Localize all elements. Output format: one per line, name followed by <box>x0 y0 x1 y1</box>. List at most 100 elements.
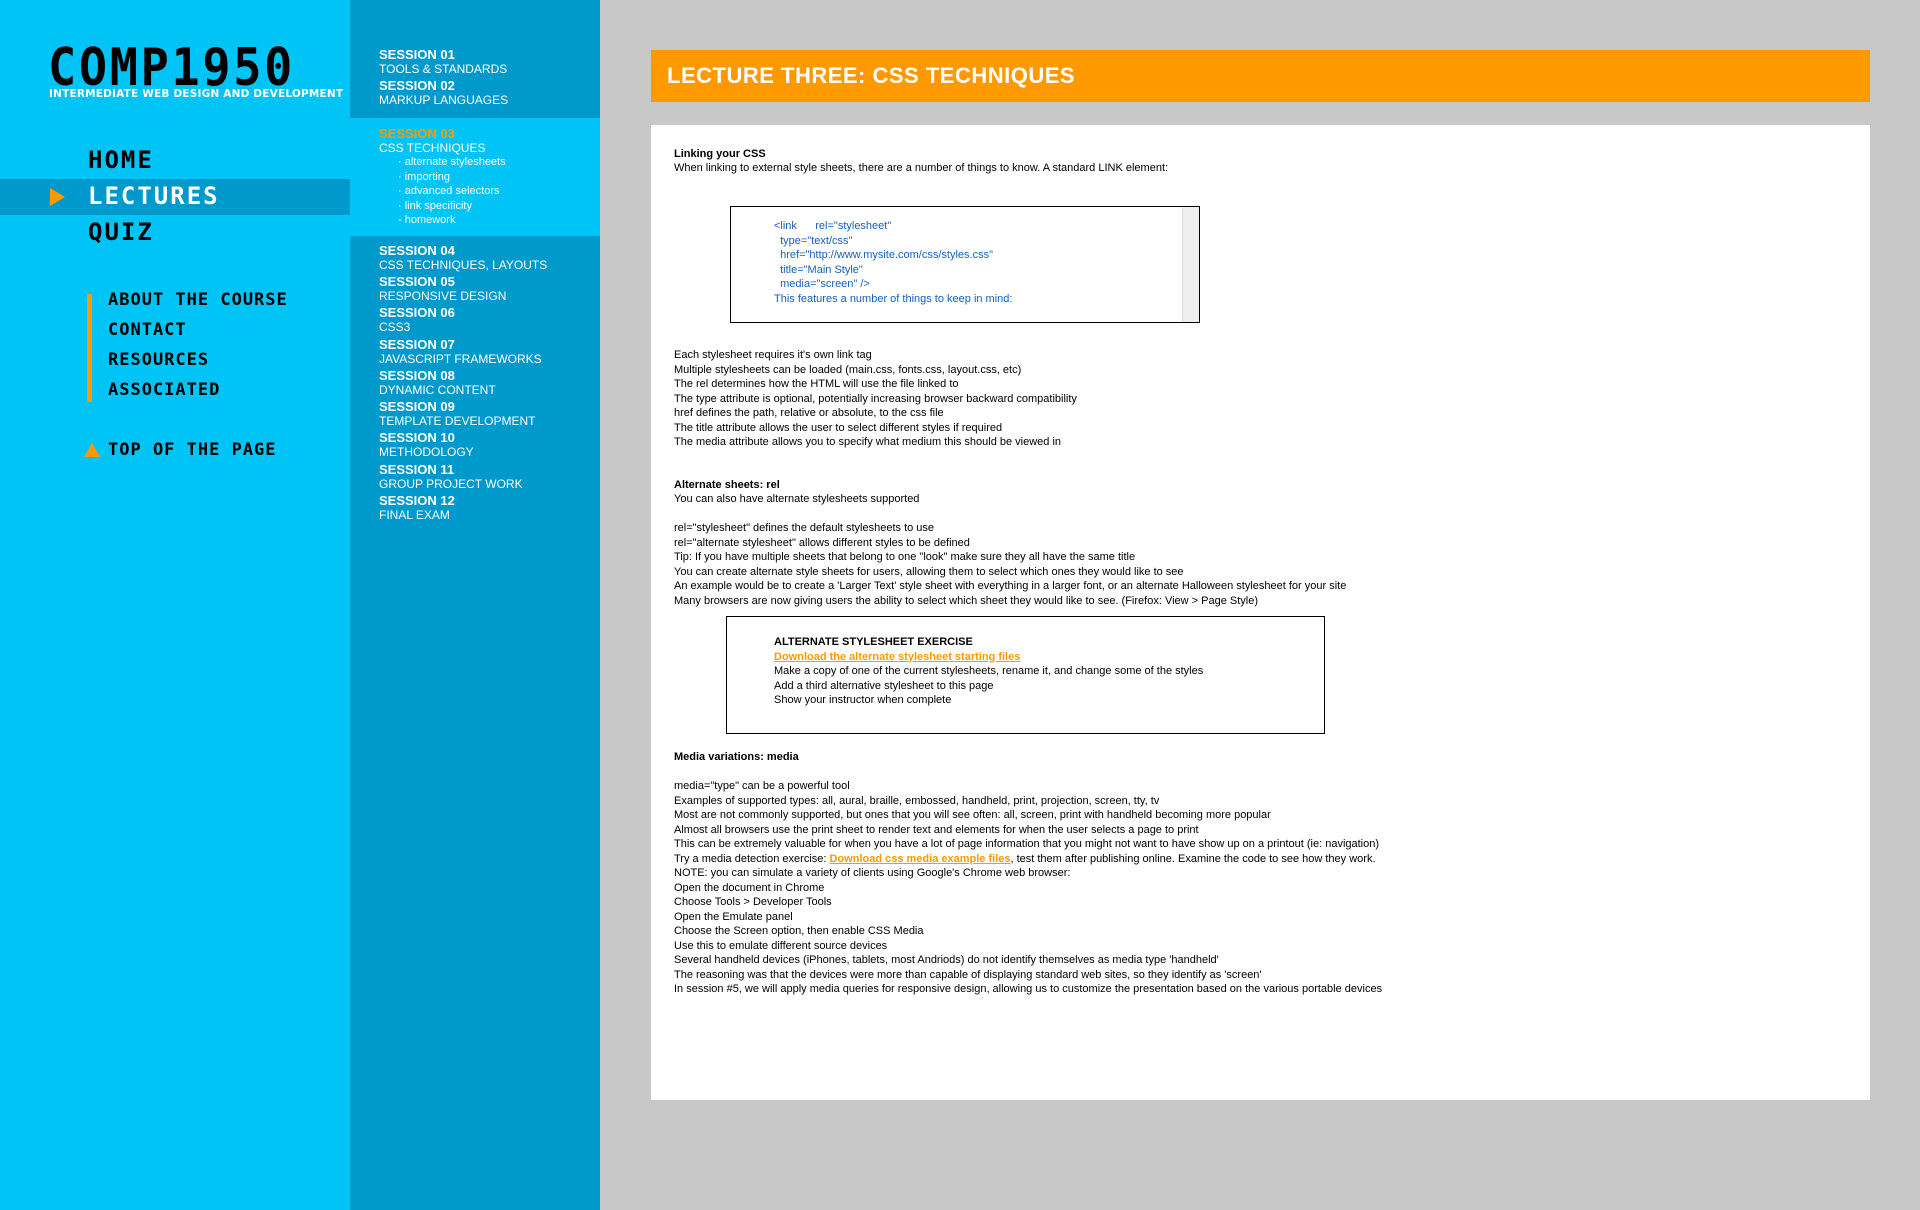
list-item: The type attribute is optional, potentia… <box>674 392 1077 405</box>
list-item: This can be extremely valuable for when … <box>674 838 1380 850</box>
exercise-step: Add a third alternative stylesheet to th… <box>774 679 994 692</box>
session-08[interactable]: SESSION 08 DYNAMIC CONTENT <box>379 368 496 397</box>
sub-nav-divider <box>87 294 92 402</box>
section-heading-media: Media variations: media <box>674 751 799 763</box>
sub-nav-resources[interactable]: RESOURCES <box>108 350 209 370</box>
active-arrow-icon <box>50 188 65 206</box>
download-alternate-files-link[interactable]: Download the alternate stylesheet starti… <box>774 650 1203 665</box>
code-line: type="text/css" <box>774 234 853 247</box>
session-number: SESSION 09 <box>379 399 455 414</box>
subtopic-link-specificity[interactable]: · link specificity <box>398 199 506 214</box>
list-item: Choose Tools > Developer Tools <box>674 896 832 908</box>
section-heading-alternate: Alternate sheets: rel <box>674 479 780 491</box>
nav-lectures[interactable]: LECTURES <box>0 179 350 215</box>
session-number: SESSION 08 <box>379 368 455 383</box>
lecture-content: Linking your CSS When linking to externa… <box>651 125 1870 1100</box>
session-name: FINAL EXAM <box>379 508 450 522</box>
session-name: METHODOLOGY <box>379 445 474 459</box>
session-name: CSS TECHNIQUES, LAYOUTS <box>379 258 548 272</box>
session-05[interactable]: SESSION 05 RESPONSIVE DESIGN <box>379 274 506 303</box>
code-sample-box: <link rel="stylesheet" type="text/css" h… <box>730 206 1200 323</box>
download-css-media-link[interactable]: Download css media example files <box>830 853 1011 865</box>
nav-quiz[interactable]: QUIZ <box>0 215 350 251</box>
session-number: SESSION 03 <box>379 126 455 141</box>
list-item: The title attribute allows the user to s… <box>674 421 1003 434</box>
section-heading-linking: Linking your CSS <box>674 148 766 160</box>
page-title: LECTURE THREE: CSS TECHNIQUES <box>667 63 1076 88</box>
list-item: Each stylesheet requires it's own link t… <box>674 349 872 361</box>
sub-nav-contact[interactable]: CONTACT <box>108 320 187 340</box>
subtopic-homework[interactable]: - homework <box>398 213 506 228</box>
session-name: DYNAMIC CONTENT <box>379 383 496 397</box>
list-item: Many browsers are now giving users the a… <box>674 594 1258 607</box>
list-item: rel="stylesheet" defines the default sty… <box>674 522 935 534</box>
session-02[interactable]: SESSION 02 MARKUP LANGUAGES <box>379 78 508 107</box>
media-exercise-line: Try a media detection exercise: Download… <box>674 852 1382 867</box>
nav-home[interactable]: HOME <box>0 143 350 179</box>
linking-intro: When linking to external style sheets, t… <box>674 162 1169 174</box>
session-number: SESSION 05 <box>379 274 455 289</box>
list-item: Open the document in Chrome <box>674 881 825 894</box>
list-item: rel="alternate stylesheet" allows differ… <box>674 536 970 549</box>
media-points: media="type" can be a powerful tool Exam… <box>674 779 1382 997</box>
list-item: Use this to emulate different source dev… <box>674 939 888 952</box>
list-item: NOTE: you can simulate a variety of clie… <box>674 867 1071 879</box>
session-number: SESSION 07 <box>379 337 455 352</box>
list-item: Choose the Screen option, then enable CS… <box>674 925 924 937</box>
session-07[interactable]: SESSION 07 JAVASCRIPT FRAMEWORKS <box>379 337 542 366</box>
subtopic-importing[interactable]: · importing <box>398 170 506 185</box>
code-box-scrollbar[interactable] <box>1182 207 1199 322</box>
session-number: SESSION 11 <box>379 462 455 477</box>
session-number: SESSION 04 <box>379 243 455 258</box>
session-number: SESSION 01 <box>379 47 455 62</box>
lecture-banner: LECTURE THREE: CSS TECHNIQUES <box>651 50 1870 102</box>
list-item: Examples of supported types: all, aural,… <box>674 794 1160 807</box>
session-number: SESSION 12 <box>379 493 455 508</box>
session-04[interactable]: SESSION 04 CSS TECHNIQUES, LAYOUTS <box>379 243 547 272</box>
session-number: SESSION 02 <box>379 78 455 93</box>
session-01[interactable]: SESSION 01 TOOLS & STANDARDS <box>379 47 507 76</box>
session-subtopics: · alternate stylesheets · importing · ad… <box>398 155 506 228</box>
subtopic-alternate-stylesheets[interactable]: · alternate stylesheets <box>398 155 506 170</box>
code-line: title="Main Style" <box>774 263 863 276</box>
session-03[interactable]: SESSION 03 CSS TECHNIQUES <box>379 126 485 155</box>
session-number: SESSION 06 <box>379 305 455 320</box>
subtopic-advanced-selectors[interactable]: · advanced selectors <box>398 184 506 199</box>
sub-nav-associated[interactable]: ASSOCIATED <box>108 380 220 400</box>
list-item: The reasoning was that the devices were … <box>674 968 1262 981</box>
session-name: JAVASCRIPT FRAMEWORKS <box>379 352 542 366</box>
session-10[interactable]: SESSION 10 METHODOLOGY <box>379 430 474 459</box>
list-item: href defines the path, relative or absol… <box>674 407 944 419</box>
try-prefix: Try a media detection exercise: <box>674 852 830 865</box>
session-name: CSS TECHNIQUES <box>379 141 486 155</box>
session-12[interactable]: SESSION 12 FINAL EXAM <box>379 493 455 522</box>
logo-subtitle: INTERMEDIATE WEB DESIGN AND DEVELOPMENT <box>49 88 344 100</box>
list-item: Several handheld devices (iPhones, table… <box>674 954 1219 966</box>
exercise-title: ALTERNATE STYLESHEET EXERCISE <box>774 636 973 648</box>
exercise-step: Make a copy of one of the current styles… <box>774 665 1204 677</box>
alternate-points: rel="stylesheet" defines the default sty… <box>674 521 1346 608</box>
session-name: MARKUP LANGUAGES <box>379 93 509 107</box>
sub-nav-about[interactable]: ABOUT THE COURSE <box>108 290 288 310</box>
up-triangle-icon <box>84 443 100 457</box>
session-09[interactable]: SESSION 09 TEMPLATE DEVELOPMENT <box>379 399 535 428</box>
session-11[interactable]: SESSION 11 GROUP PROJECT WORK <box>379 462 523 491</box>
linking-points: Each stylesheet requires it's own link t… <box>674 348 1077 450</box>
session-06[interactable]: SESSION 06 CSS3 <box>379 305 455 334</box>
session-name: RESPONSIVE DESIGN <box>379 289 507 303</box>
code-line: This features a number of things to keep… <box>774 292 1013 305</box>
list-item: media="type" can be a powerful tool <box>674 780 850 792</box>
session-name: TEMPLATE DEVELOPMENT <box>379 414 536 428</box>
session-number: SESSION 10 <box>379 430 455 445</box>
try-suffix: , test them after publishing online. Exa… <box>1010 852 1376 865</box>
list-item: Tip: If you have multiple sheets that be… <box>674 551 1136 563</box>
session-name: TOOLS & STANDARDS <box>379 62 508 76</box>
list-item: The media attribute allows you to specif… <box>674 436 1062 448</box>
list-item: An example would be to create a 'Larger … <box>674 580 1347 592</box>
exercise-step: Show your instructor when complete <box>774 694 952 706</box>
code-sample: <link rel="stylesheet" type="text/css" h… <box>774 219 1012 306</box>
code-line: media="screen" /> <box>774 278 870 290</box>
list-item: The rel determines how the HTML will use… <box>674 378 959 390</box>
alternate-intro: You can also have alternate stylesheets … <box>674 493 920 505</box>
list-item: You can create alternate style sheets fo… <box>674 565 1184 578</box>
